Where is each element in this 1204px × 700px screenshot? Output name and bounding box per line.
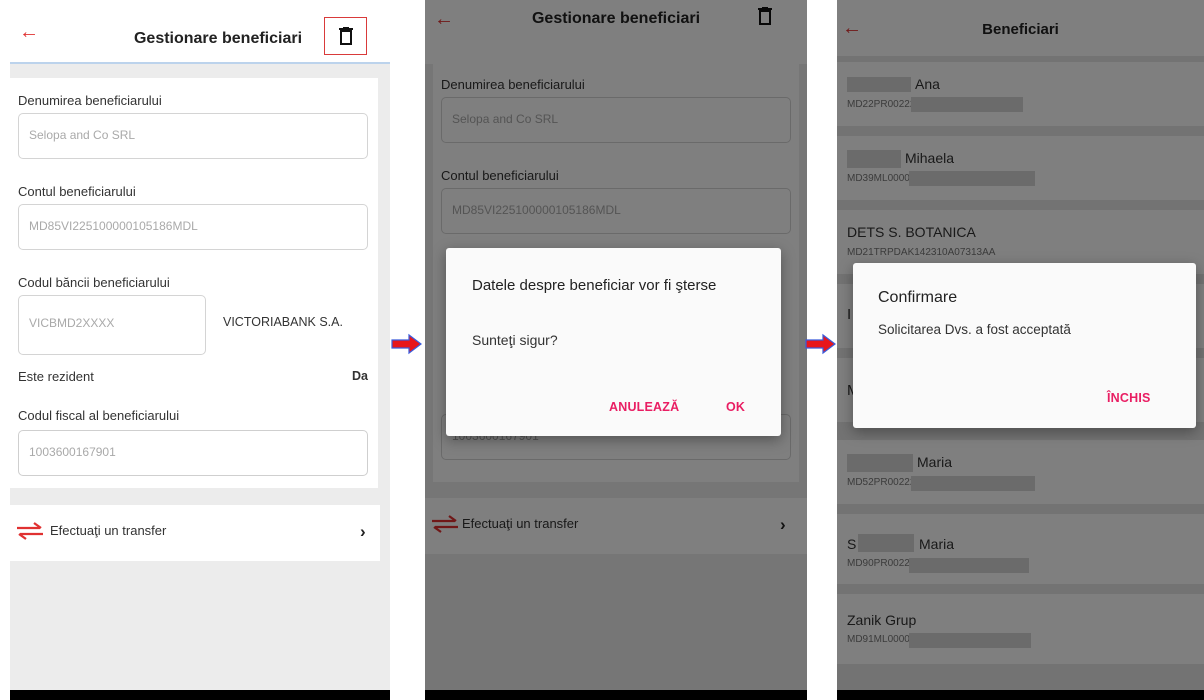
system-nav-bar [837,690,1204,700]
bank-name: VICTORIABANK S.A. [223,315,343,329]
confirmation-dialog: Confirmare Solicitarea Dvs. a fost accep… [853,263,1196,428]
cancel-button[interactable]: ANULEAZĂ [609,400,679,414]
fiscal-code-field[interactable]: 1003600167901 [18,430,368,476]
chevron-right-icon: › [360,522,366,541]
account-field[interactable]: MD85VI225100000105186MDL [18,204,368,250]
fiscal-code-label: Codul fiscal al beneficiarului [18,408,180,423]
beneficiaries-list-screen: ← Beneficiari Ana MD22PR002225 Mihaela M… [837,0,1204,700]
resident-label: Este rezident [18,369,94,384]
bank-code-field[interactable]: VICBMD2XXXX [18,295,206,355]
app-header: ← Gestionare beneficiari [10,0,390,64]
delete-confirm-dialog: Datele despre beneficiar vor fi şterse S… [446,248,781,436]
dialog-title: Confirmare [878,289,958,306]
flow-arrow-icon [805,333,836,355]
dialog-title: Datele despre beneficiar vor fi şterse [472,277,717,294]
name-field[interactable]: Selopa and Co SRL [18,113,368,159]
transfer-row[interactable]: Efectuaţi un transfer › [10,505,380,561]
system-nav-bar [425,690,807,700]
delete-button[interactable] [324,17,367,55]
trash-icon [338,27,353,45]
dialog-message: Solicitarea Dvs. a fost acceptată [878,322,1071,337]
ok-button[interactable]: OK [726,400,745,414]
transfer-label: Efectuaţi un transfer [50,523,167,538]
dialog-message: Sunteţi sigur? [472,332,558,348]
delete-confirm-screen: ← Gestionare beneficiari Denumirea benef… [425,0,807,700]
system-nav-bar [10,690,390,700]
beneficiary-edit-screen: ← Gestionare beneficiari Denumirea benef… [10,0,390,700]
bank-code-label: Codul băncii beneficiarului [18,275,170,290]
account-label: Contul beneficiarului [18,184,136,199]
transfer-arrows-icon [17,522,43,540]
beneficiary-form: Denumirea beneficiarului Selopa and Co S… [10,78,378,488]
resident-value: Da [352,369,368,383]
name-label: Denumirea beneficiarului [18,93,162,108]
close-button[interactable]: ÎNCHIS [1107,391,1151,405]
flow-arrow-icon [391,333,422,355]
